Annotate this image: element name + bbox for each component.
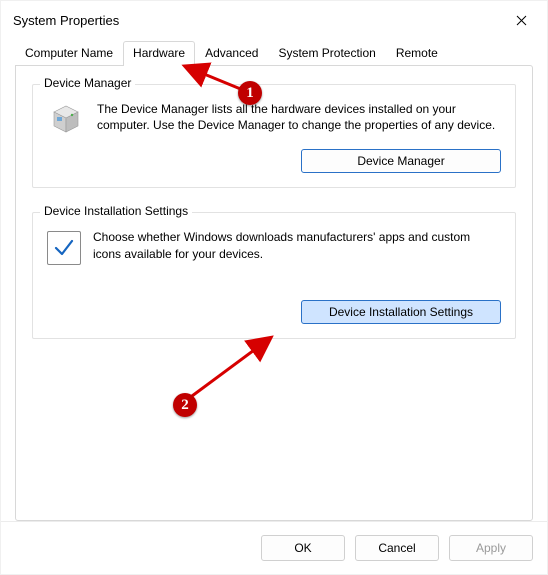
device-manager-group: Device Manager (32, 84, 516, 188)
device-installation-settings-group: Device Installation Settings Choose whet… (32, 212, 516, 338)
tab-advanced[interactable]: Advanced (195, 41, 268, 65)
tab-panel-hardware: Device Manager (15, 65, 533, 521)
device-installation-settings-group-label: Device Installation Settings (40, 204, 192, 218)
close-icon[interactable] (505, 6, 537, 34)
ok-button[interactable]: OK (261, 535, 345, 561)
titlebar: System Properties (1, 1, 547, 39)
tab-computer-name[interactable]: Computer Name (15, 41, 123, 65)
tab-strip: Computer Name Hardware Advanced System P… (15, 41, 533, 65)
system-properties-window: System Properties Computer Name Hardware… (0, 0, 548, 575)
device-installation-settings-description: Choose whether Windows downloads manufac… (93, 229, 501, 261)
window-title: System Properties (13, 13, 119, 28)
device-manager-icon (47, 101, 85, 139)
tab-hardware[interactable]: Hardware (123, 41, 195, 66)
device-manager-button[interactable]: Device Manager (301, 149, 501, 173)
tab-system-protection[interactable]: System Protection (268, 41, 385, 65)
dialog-footer: OK Cancel Apply (1, 521, 547, 574)
device-manager-description: The Device Manager lists all the hardwar… (97, 101, 501, 133)
device-installation-settings-button[interactable]: Device Installation Settings (301, 300, 501, 324)
checkmark-icon (47, 231, 81, 265)
dialog-body: Computer Name Hardware Advanced System P… (1, 39, 547, 521)
apply-button[interactable]: Apply (449, 535, 533, 561)
cancel-button[interactable]: Cancel (355, 535, 439, 561)
device-manager-group-label: Device Manager (40, 76, 135, 90)
tab-remote[interactable]: Remote (386, 41, 448, 65)
